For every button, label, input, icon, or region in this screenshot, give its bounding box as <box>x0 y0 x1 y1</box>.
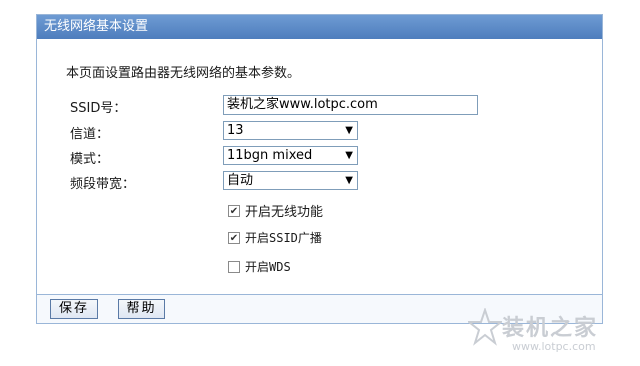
channel-label: 信道： <box>70 127 110 142</box>
channel-value: 13 <box>227 123 244 138</box>
watermark-brand: 装机之家 <box>502 316 599 341</box>
chevron-down-icon: ▼ <box>345 150 353 161</box>
channel-select[interactable]: 13 ▼ <box>223 121 358 140</box>
mode-label: 模式： <box>70 152 110 167</box>
ssid-input[interactable]: 装机之家www.lotpc.com <box>223 95 478 115</box>
enable-ssid-broadcast-option[interactable]: ✔ 开启SSID广播 <box>228 229 322 246</box>
panel-title: 无线网络基本设置 <box>37 15 602 39</box>
chevron-down-icon: ▼ <box>345 175 353 186</box>
bandwidth-select[interactable]: 自动 ▼ <box>223 171 358 190</box>
enable-wds-checkbox[interactable] <box>228 260 240 273</box>
ssid-label: SSID号： <box>70 101 127 116</box>
enable-ssid-broadcast-checkbox[interactable]: ✔ <box>228 231 240 244</box>
page-description: 本页面设置路由器无线网络的基本参数。 <box>66 66 301 81</box>
chevron-down-icon: ▼ <box>345 125 353 136</box>
enable-wds-option[interactable]: 开启WDS <box>228 258 291 275</box>
watermark-url: www.lotpc.com <box>512 340 596 353</box>
star-icon <box>468 308 502 346</box>
mode-select[interactable]: 11bgn mixed ▼ <box>223 146 358 165</box>
save-button[interactable]: 保存 <box>50 299 98 319</box>
mode-value: 11bgn mixed <box>227 148 313 163</box>
watermark-logo: 装机之家 www.lotpc.com <box>468 302 638 362</box>
bandwidth-label: 频段带宽： <box>70 177 136 192</box>
enable-wireless-checkbox[interactable]: ✔ <box>228 204 240 217</box>
enable-wireless-label: 开启无线功能 <box>245 205 324 220</box>
help-button[interactable]: 帮助 <box>118 299 165 319</box>
enable-ssid-broadcast-label: 开启SSID广播 <box>245 231 322 245</box>
wireless-settings-panel: 无线网络基本设置 本页面设置路由器无线网络的基本参数。 SSID号： 装机之家w… <box>36 14 603 324</box>
enable-wireless-option[interactable]: ✔ 开启无线功能 <box>228 201 323 220</box>
bandwidth-value: 自动 <box>227 173 254 188</box>
enable-wds-label: 开启WDS <box>245 260 291 274</box>
